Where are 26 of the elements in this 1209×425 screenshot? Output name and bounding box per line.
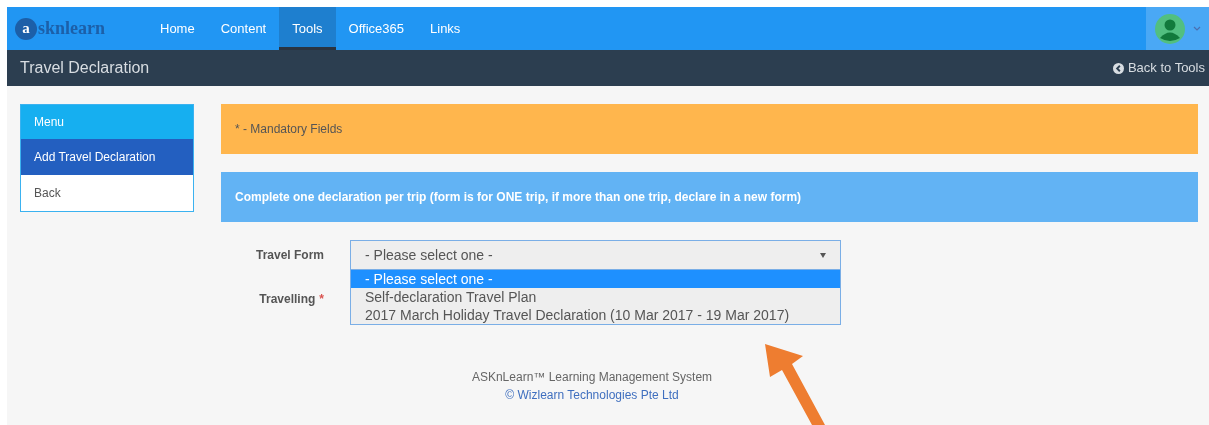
logo: a sknlearn [15, 15, 106, 42]
back-to-tools-link[interactable]: Back to Tools [1112, 58, 1205, 78]
nav-tab[interactable]: Office365 [335, 7, 417, 50]
footer-text: ASKnLearn™ Learning Management System [471, 369, 713, 386]
field-label: Travel Form [255, 247, 324, 264]
nav-tab[interactable]: Links [417, 7, 474, 50]
dropdown-option[interactable]: Self-declaration Travel Plan [351, 288, 840, 306]
nav-tab[interactable]: Tools [279, 7, 336, 50]
required-mark: * [319, 291, 324, 308]
dropdown-option[interactable]: 2017 March Holiday Travel Declaration (10 Mar 2017 - 19 Mar 2017) [351, 306, 840, 324]
travel-form-select[interactable]: - Please select one - [350, 240, 841, 270]
dropdown-arrow-icon [820, 252, 826, 258]
mandatory-notice: * - Mandatory Fields [221, 104, 1198, 154]
user-menu[interactable] [1146, 7, 1209, 50]
menu-header: Menu [21, 105, 193, 139]
page-title: Travel Declaration [20, 58, 150, 78]
sidebar-item[interactable]: Add Travel Declaration [21, 139, 193, 175]
copyright-link[interactable]: © Wizlearn Technologies Pte Ltd [505, 386, 679, 404]
nav-tab[interactable]: Home [147, 7, 208, 50]
field-label: Travelling [259, 291, 316, 308]
user-avatar-icon [1154, 13, 1185, 44]
back-arrow-icon [1112, 62, 1124, 74]
nav-tab[interactable]: Content [207, 7, 280, 50]
info-banner: Complete one declaration per trip (form is for ONE trip, if more than one trip, declare in a new form) [221, 172, 1198, 222]
caret-icon [1192, 26, 1201, 31]
dropdown-option[interactable]: - Please select one - [351, 270, 840, 288]
